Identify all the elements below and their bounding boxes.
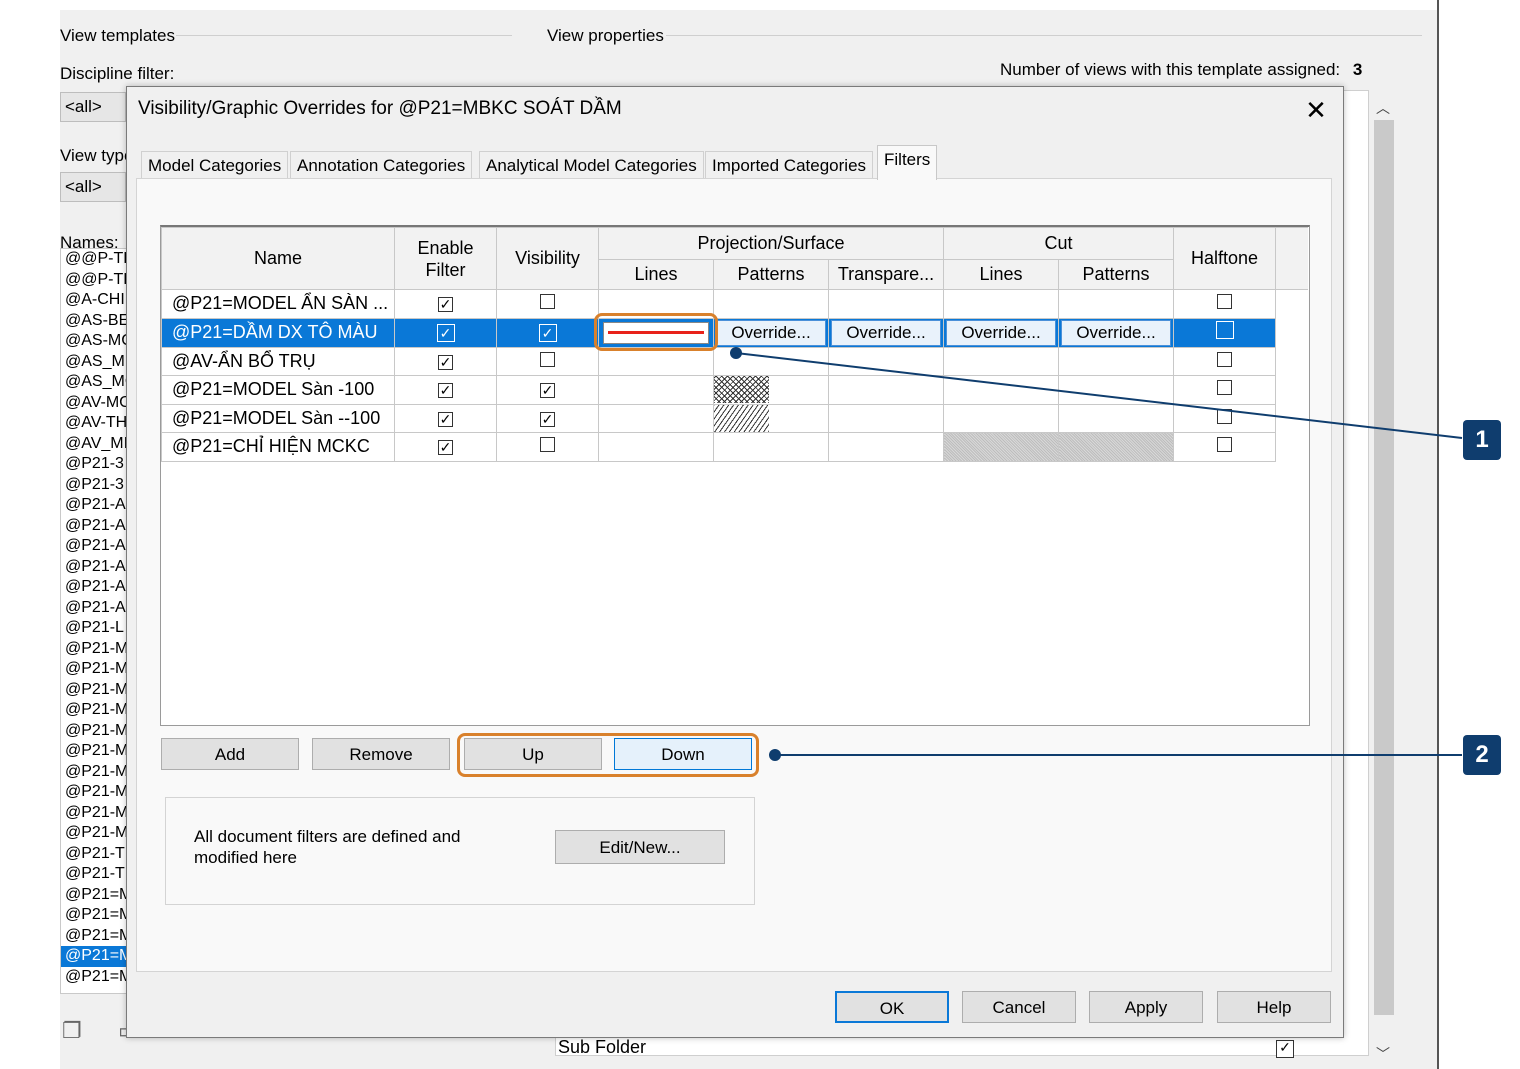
tab-filters[interactable]: Filters	[877, 145, 938, 180]
callout-badge-2: 2	[1463, 735, 1501, 775]
callout-badge-1: 1	[1463, 420, 1501, 460]
callout-leader-lines	[730, 347, 1463, 761]
